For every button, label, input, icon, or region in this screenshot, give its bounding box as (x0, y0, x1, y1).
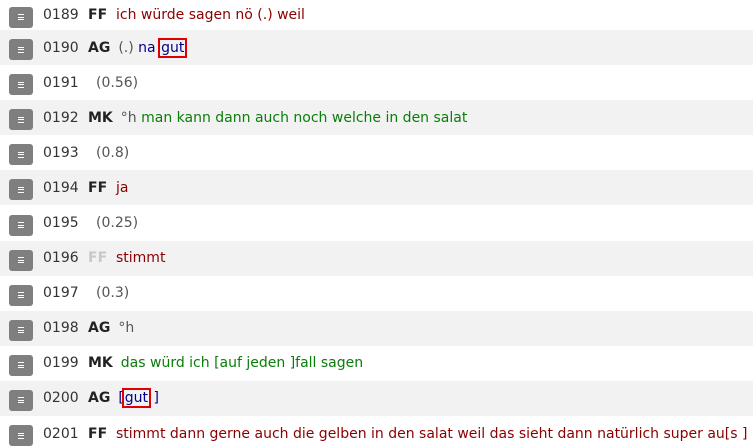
line-number: 0195 (43, 215, 79, 232)
utterance-segment: na (138, 39, 161, 56)
utterance: [gut ] (118, 388, 159, 409)
line-number: 0201 (43, 425, 79, 442)
row-menu-button[interactable] (9, 39, 33, 61)
pause-duration: (0.3) (96, 285, 130, 302)
speaker-label: AG (88, 390, 111, 407)
menu-icon (18, 186, 24, 193)
row-menu-button[interactable] (9, 109, 33, 131)
speaker-label: FF (88, 179, 108, 196)
utterance-segment: [ (118, 390, 124, 407)
row-menu-button[interactable] (9, 214, 33, 236)
transcript-row: 0189 FF ich würde sagen nö (.) weil (0, 0, 753, 30)
line-number: 0192 (43, 109, 79, 126)
speaker-label: AG (88, 39, 111, 56)
speaker-label: FF (88, 250, 108, 267)
transcript-row: 0198 AG °h (0, 310, 753, 346)
line-number: 0190 (43, 39, 79, 56)
utterance-segment: ja (116, 179, 129, 196)
line-number: 0200 (43, 390, 79, 407)
transcript-row: 0196 FF stimmt (0, 240, 753, 276)
transcript-row: 0197 (0.3) (0, 276, 753, 311)
row-menu-button[interactable] (9, 6, 33, 28)
row-menu-button[interactable] (9, 354, 33, 376)
utterance: stimmt (116, 250, 165, 266)
row-menu-button[interactable] (9, 284, 33, 306)
utterance-segment: stimmt dann gerne auch die gelben in den… (116, 425, 748, 442)
utterance-segment: (.) (118, 39, 139, 56)
speaker-label: AG (88, 320, 111, 337)
utterance-segment: das würd ich [auf jeden ]fall sagen (120, 355, 364, 372)
pause-duration: (0.25) (96, 215, 139, 232)
menu-icon (18, 116, 24, 123)
row-menu-button[interactable] (9, 389, 33, 411)
utterance-segment: ] (149, 390, 159, 407)
menu-icon (18, 327, 24, 334)
line-number: 0191 (43, 74, 79, 91)
speaker-label: FF (88, 425, 108, 442)
pause-duration: (0.8) (96, 144, 130, 161)
utterance: °h man kann dann auch noch welche in den… (121, 110, 468, 126)
speaker-label: MK (88, 355, 113, 372)
line-number: 0194 (43, 179, 79, 196)
line-number: 0199 (43, 355, 79, 372)
speaker-label: FF (88, 7, 108, 23)
row-menu-button[interactable] (9, 319, 33, 341)
menu-icon (18, 81, 24, 88)
line-number: 0196 (43, 250, 79, 267)
pause-duration: (0.56) (96, 74, 139, 91)
row-menu-button[interactable] (9, 74, 33, 96)
row-menu-button[interactable] (9, 249, 33, 271)
transcript-row: 0199 MK das würd ich [auf jeden ]fall sage… (0, 346, 753, 381)
row-menu-button[interactable] (9, 144, 33, 166)
transcript-row: 0200 AG [gut ] (0, 380, 753, 417)
menu-icon (18, 257, 24, 264)
utterance-segment: °h (120, 109, 142, 126)
menu-icon (18, 151, 24, 158)
utterance-segment: ich würde sagen nö (.) weil (116, 7, 305, 23)
transcript-row: 0194 FF ja (0, 170, 753, 206)
transcript-row: 0201 FF stimmt dann gerne auch die gelben … (0, 416, 753, 446)
utterance-segment: stimmt (116, 250, 166, 267)
menu-icon (18, 46, 24, 53)
utterance: °h (118, 320, 134, 336)
transcript-row: 0192 MK °h man kann dann auch noch welche … (0, 100, 753, 136)
transcript-row: 0191 (0.56) (0, 65, 753, 100)
row-menu-button[interactable] (9, 179, 33, 201)
transcript: 0189 FF ich würde sagen nö (.) weil 0190 AG (… (0, 0, 753, 446)
utterance: ich würde sagen nö (.) weil (116, 7, 305, 23)
speaker-label: MK (88, 109, 113, 126)
menu-icon (18, 397, 24, 404)
transcript-row: 0190 AG (.) na gut (0, 30, 753, 66)
highlighted-token[interactable]: gut (121, 388, 152, 409)
menu-icon (18, 292, 24, 299)
line-number: 0197 (43, 285, 79, 302)
utterance-segment: man kann dann auch noch welche in den sa… (141, 109, 468, 126)
row-menu-button[interactable] (9, 425, 33, 446)
menu-icon (18, 432, 24, 439)
menu-icon (18, 222, 24, 229)
transcript-row: 0195 (0.25) (0, 205, 753, 240)
utterance-segment: °h (118, 320, 135, 337)
utterance: (.) na gut (118, 37, 188, 58)
utterance: stimmt dann gerne auch die gelben in den… (116, 426, 747, 442)
line-number: 0198 (43, 320, 79, 337)
menu-icon (18, 362, 24, 369)
utterance: das würd ich [auf jeden ]fall sagen (121, 355, 363, 371)
highlighted-token[interactable]: gut (158, 37, 188, 58)
utterance: ja (116, 180, 128, 196)
menu-icon (18, 14, 24, 20)
line-number: 0189 (43, 7, 79, 23)
line-number: 0193 (43, 144, 79, 161)
transcript-row: 0193 (0.8) (0, 135, 753, 170)
